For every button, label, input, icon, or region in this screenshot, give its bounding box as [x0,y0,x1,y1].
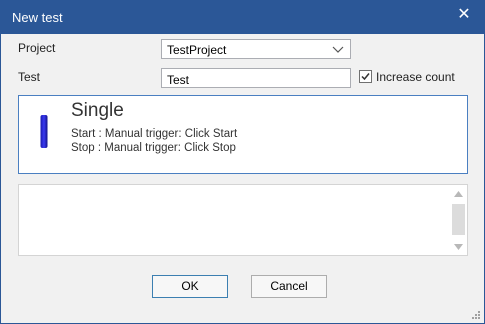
title-bar[interactable]: New test ✕ [1,1,484,34]
scroll-down-arrow-icon[interactable] [454,244,463,250]
start-trigger-text: Start : Manual trigger: Click Start [71,128,238,140]
test-name-input[interactable] [161,68,351,88]
test-type-card[interactable]: Single Start : Manual trigger: Click Sta… [18,95,468,174]
project-dropdown-value: TestProject [167,43,227,57]
close-icon[interactable]: ✕ [453,4,475,26]
increase-count-label[interactable]: Increase count [376,70,455,84]
increase-count-checkbox[interactable] [359,70,372,83]
test-type-title: Single [71,100,124,121]
new-test-dialog: New test ✕ Project TestProject Test Incr… [0,0,485,324]
project-dropdown[interactable]: TestProject [161,39,351,59]
blue-bar-icon [40,115,48,148]
details-textbox[interactable] [18,184,468,256]
chevron-down-icon [332,46,344,53]
checkmark-icon [361,73,370,81]
vertical-scrollbar[interactable] [450,185,467,255]
scroll-thumb[interactable] [452,204,465,235]
ok-button[interactable]: OK [152,275,228,298]
resize-grip-icon[interactable] [471,310,481,320]
test-label: Test [18,70,41,84]
scroll-up-arrow-icon[interactable] [454,191,463,197]
stop-trigger-text: Stop : Manual trigger: Click Stop [71,142,236,154]
project-label: Project [18,41,56,55]
dialog-title: New test [12,10,63,25]
cancel-button[interactable]: Cancel [251,275,327,298]
